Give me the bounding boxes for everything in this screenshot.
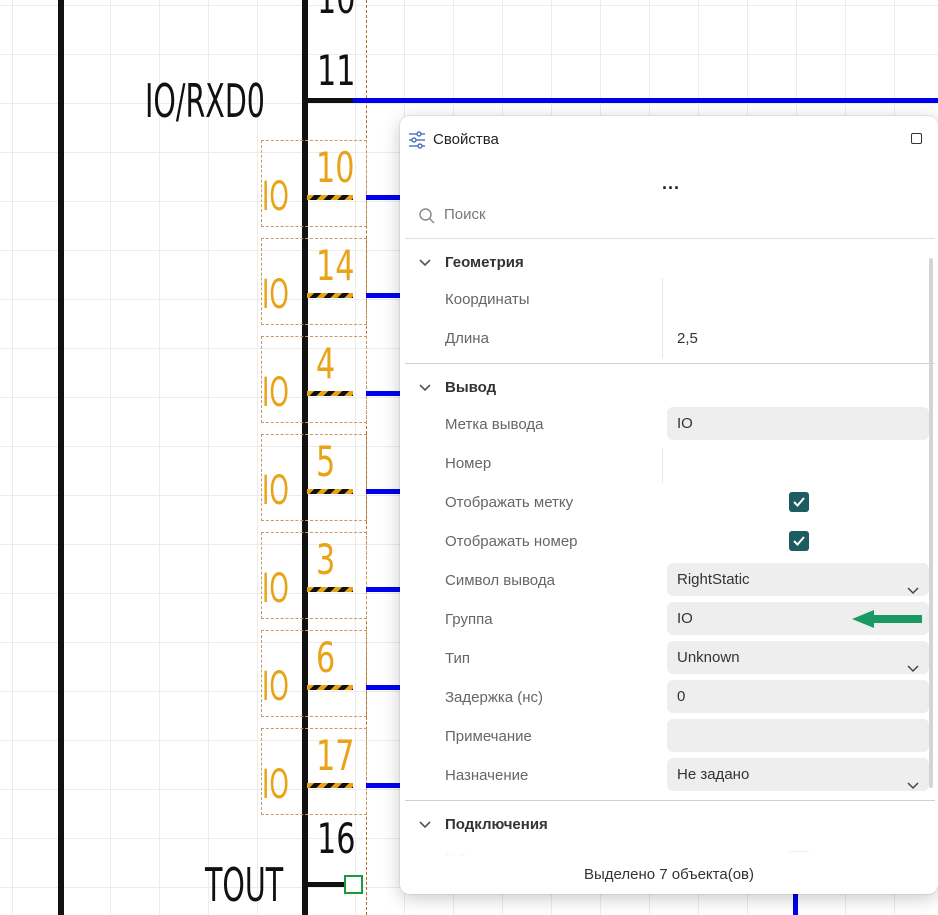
pin-number-rxd: 11 <box>317 46 356 95</box>
pin-label-value: IO <box>677 415 693 432</box>
pin-number: 3 <box>316 535 336 584</box>
section-connections-title: Подключения <box>445 816 548 833</box>
show-label-checkbox[interactable] <box>789 492 809 512</box>
pin-number: 5 <box>316 437 336 486</box>
chevron-down-icon <box>907 769 919 802</box>
search-input[interactable] <box>444 206 744 223</box>
section-connections-header[interactable]: Подключения <box>418 816 548 834</box>
wire-rxd[interactable] <box>353 98 938 103</box>
selection-status: Выделено 7 объекта(ов) <box>583 866 754 883</box>
chevron-down-icon <box>418 380 432 397</box>
pin-number-partial: 10 <box>317 0 355 20</box>
length-value[interactable]: 2,5 <box>677 330 698 347</box>
pin-label: IO <box>262 566 289 612</box>
show-number-checkbox[interactable] <box>789 531 809 551</box>
pin-label-label: Метка вывода <box>445 416 544 433</box>
scrollbar[interactable] <box>929 258 933 788</box>
pin-number: 17 <box>316 731 355 780</box>
pin-number: 6 <box>316 633 336 682</box>
group-value: IO <box>677 610 693 627</box>
divider <box>405 238 935 239</box>
pin-stub-selected[interactable] <box>307 391 353 396</box>
delay-field[interactable]: 0 <box>667 680 929 713</box>
note-field[interactable] <box>667 719 929 752</box>
delay-value: 0 <box>677 688 686 705</box>
divider <box>405 363 935 364</box>
pin-stub-selected[interactable] <box>307 783 353 788</box>
pin-label-tout: TOUT <box>205 858 284 912</box>
pin-label: IO <box>262 664 289 710</box>
search-icon <box>418 207 436 230</box>
pin-number-tout: 16 <box>317 814 356 863</box>
component-body-left-edge <box>58 0 64 915</box>
more-options-button[interactable]: ... <box>662 173 680 194</box>
symbol-label: Символ вывода <box>445 572 555 589</box>
chevron-down-icon <box>418 255 432 272</box>
pin-stub-selected[interactable] <box>307 293 353 298</box>
length-label: Длина <box>445 330 489 347</box>
show-label-label: Отображать метку <box>445 494 574 511</box>
show-number-label: Отображать номер <box>445 533 578 550</box>
properties-panel: Свойства ... Геометрия Координаты Длина … <box>400 116 938 894</box>
arrow-left-icon <box>852 610 924 633</box>
pin-label: IO <box>262 174 289 220</box>
section-geometry-title: Геометрия <box>445 254 524 271</box>
type-label: Тип <box>445 650 471 667</box>
number-label: Номер <box>445 455 492 472</box>
section-pin-header[interactable]: Вывод <box>418 379 496 397</box>
maximize-icon[interactable] <box>911 133 922 144</box>
pin-label: IO <box>262 762 289 808</box>
pin-stub-selected[interactable] <box>307 587 353 592</box>
pin-label: IO <box>262 272 289 318</box>
note-label: Примечание <box>445 728 532 745</box>
section-pin-title: Вывод <box>445 379 497 396</box>
pin-connection-point[interactable] <box>344 875 363 894</box>
footer-fade <box>400 841 938 856</box>
type-select[interactable]: Unknown <box>667 641 929 674</box>
status-bar: Выделено 7 объекта(ов) <box>400 856 938 894</box>
section-geometry-header[interactable]: Геометрия <box>418 254 524 272</box>
pin-stub-rxd[interactable] <box>305 98 353 103</box>
pin-stub-selected[interactable] <box>307 195 353 200</box>
column-separator <box>662 278 663 358</box>
assign-select[interactable]: Не задано <box>667 758 929 791</box>
sliders-icon <box>407 130 427 155</box>
type-value: Unknown <box>677 649 740 666</box>
pin-number: 10 <box>316 143 355 192</box>
pin-label: IO <box>262 468 289 514</box>
delay-label: Задержка (нс) <box>445 689 544 706</box>
pin-number: 14 <box>316 241 355 290</box>
pin-number: 4 <box>316 339 336 388</box>
checkmark-icon <box>793 497 805 507</box>
pin-stub-selected[interactable] <box>307 685 353 690</box>
pin-stub-tout[interactable] <box>305 882 345 887</box>
coords-label: Координаты <box>445 291 530 308</box>
symbol-select[interactable]: RightStatic <box>667 563 929 596</box>
pin-label-field[interactable]: IO <box>667 407 929 440</box>
checkmark-icon <box>793 536 805 546</box>
assign-value: Не задано <box>677 766 750 783</box>
pin-label-rxd: IO/RXD0 <box>145 74 265 128</box>
symbol-value: RightStatic <box>677 571 750 588</box>
pin-stub-selected[interactable] <box>307 489 353 494</box>
group-label: Группа <box>445 611 493 628</box>
chevron-down-icon <box>418 817 432 834</box>
assign-label: Назначение <box>445 767 529 784</box>
column-separator <box>662 448 663 483</box>
divider <box>405 800 935 801</box>
pin-label: IO <box>262 370 289 416</box>
panel-title: Свойства <box>433 131 499 148</box>
